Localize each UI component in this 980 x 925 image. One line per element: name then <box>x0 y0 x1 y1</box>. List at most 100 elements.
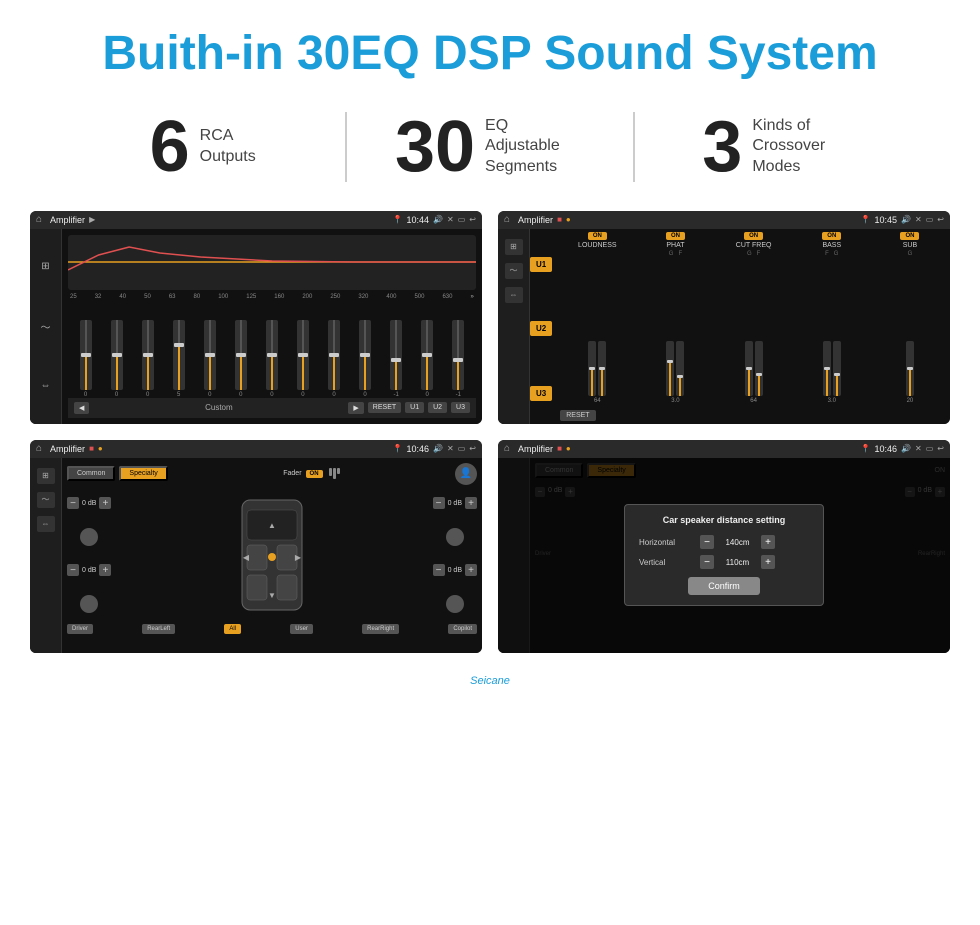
confirm-button[interactable]: Confirm <box>688 577 760 595</box>
amp-ch-bass: ON BASS F G <box>795 232 869 257</box>
spk-screen-title: Amplifier <box>50 444 85 454</box>
spk-speaker-icon-lt <box>80 528 98 546</box>
amp-cutfreq-s2[interactable] <box>755 341 763 396</box>
eq-reset-button[interactable]: RESET <box>368 402 401 413</box>
spk-driver-btn[interactable]: Driver <box>67 624 93 634</box>
dialog-title: Car speaker distance setting <box>639 515 809 525</box>
spk-rb-minus[interactable]: − <box>433 564 445 576</box>
spk-lt-plus[interactable]: + <box>99 497 111 509</box>
eq-prev-button[interactable]: ◀ <box>74 402 89 414</box>
amp-volume-icon: 🔊 <box>901 215 911 224</box>
amp-u3-button[interactable]: U3 <box>530 386 552 401</box>
screenshots-grid: ⌂ Amplifier ▶ 📍 10:44 🔊 ✕ ▭ ↩ ⊞ 〜 ⇔ <box>0 211 980 673</box>
eq-slider-9[interactable]: 0 <box>328 320 340 398</box>
dialog-vertical-plus[interactable]: + <box>761 555 775 569</box>
eq-controls: ◀ Custom ▶ RESET U1 U2 U3 <box>68 398 476 418</box>
eq-slider-13[interactable]: -1 <box>452 320 464 398</box>
eq-volume-icon: 🔊 <box>433 215 443 224</box>
eq-next-button[interactable]: ▶ <box>348 402 363 414</box>
spk-rearright-btn[interactable]: RearRight <box>362 624 399 634</box>
speaker-screen: ⌂ Amplifier ■ ● 📍 10:46 🔊 ✕ ▭ ↩ ⊞ 〜 ⇔ <box>30 440 482 653</box>
spk-icon-2[interactable]: 〜 <box>37 492 55 508</box>
eq-tune-icon[interactable]: ⊞ <box>36 257 56 277</box>
eq-wave-icon[interactable]: 〜 <box>36 316 56 336</box>
eq-play-icon: ▶ <box>89 215 95 224</box>
spk-rearleft-btn[interactable]: RearLeft <box>142 624 175 634</box>
amp-icon-1[interactable]: ⊞ <box>505 239 523 255</box>
amp-phat-s1[interactable] <box>666 341 674 396</box>
spk-fader-on[interactable]: ON <box>306 470 323 478</box>
eq-u1-button[interactable]: U1 <box>405 402 424 413</box>
dlg-home-icon[interactable]: ⌂ <box>504 443 510 454</box>
amp-icon-3[interactable]: ⇔ <box>505 287 523 303</box>
amp-reset-button[interactable]: RESET <box>560 410 595 421</box>
amp-u2-button[interactable]: U2 <box>530 321 552 336</box>
amp-sub-on[interactable]: ON <box>900 232 919 240</box>
amp-bass-on[interactable]: ON <box>822 232 841 240</box>
watermark: Seicane <box>0 673 980 695</box>
spk-icon-1[interactable]: ⊞ <box>37 468 55 484</box>
amp-loudness-s2[interactable] <box>598 341 606 396</box>
eq-slider-6[interactable]: 0 <box>235 320 247 398</box>
amp-loudness-on[interactable]: ON <box>588 232 607 240</box>
dlg-time: 10:46 <box>875 444 898 454</box>
spk-volume-icon: 🔊 <box>433 444 443 453</box>
dialog-vertical-minus[interactable]: − <box>700 555 714 569</box>
eq-expand-icon[interactable]: ⇔ <box>36 376 56 396</box>
eq-x-icon: ✕ <box>447 215 454 224</box>
spk-lt-minus[interactable]: − <box>67 497 79 509</box>
spk-main: Common Specialty Fader ON 👤 <box>62 458 482 653</box>
eq-home-icon[interactable]: ⌂ <box>36 214 42 225</box>
spk-speaker-icon-lb <box>80 595 98 613</box>
eq-slider-11[interactable]: -1 <box>390 320 402 398</box>
amp-u1-button[interactable]: U1 <box>530 257 552 272</box>
amp-phat-on[interactable]: ON <box>666 232 685 240</box>
eq-slider-4[interactable]: 5 <box>173 320 185 398</box>
spk-common-tab[interactable]: Common <box>67 466 115 481</box>
eq-slider-3[interactable]: 0 <box>142 320 154 398</box>
dialog-vertical-value: 110cm <box>720 558 755 567</box>
eq-slider-8[interactable]: 0 <box>297 320 309 398</box>
amp-bass-s1[interactable] <box>823 341 831 396</box>
amp-loudness-s1[interactable] <box>588 341 596 396</box>
spk-lb-plus[interactable]: + <box>99 564 111 576</box>
amp-back-icon: ↩ <box>937 215 944 224</box>
spk-copilot-btn[interactable]: Copilot <box>448 624 477 634</box>
dialog-horizontal-plus[interactable]: + <box>761 535 775 549</box>
spk-user-btn[interactable]: User <box>290 624 313 634</box>
eq-slider-12[interactable]: 0 <box>421 320 433 398</box>
spk-rb-plus[interactable]: + <box>465 564 477 576</box>
dlg-screen-title: Amplifier <box>518 444 553 454</box>
spk-status-bar: ⌂ Amplifier ■ ● 📍 10:46 🔊 ✕ ▭ ↩ <box>30 440 482 458</box>
spk-lb-minus[interactable]: − <box>67 564 79 576</box>
dialog-vertical-row: Vertical − 110cm + <box>639 555 809 569</box>
eq-u2-button[interactable]: U2 <box>428 402 447 413</box>
spk-specialty-tab[interactable]: Specialty <box>119 466 167 481</box>
spk-rt-plus[interactable]: + <box>465 497 477 509</box>
amp-ch-loudness: ON LOUDNESS <box>560 232 634 249</box>
eq-slider-10[interactable]: 0 <box>359 320 371 398</box>
eq-slider-2[interactable]: 0 <box>111 320 123 398</box>
amp-cutfreq-on[interactable]: ON <box>744 232 763 240</box>
amp-channel-headers: ON LOUDNESS ON PHAT G F ON CUT FREQ G F <box>560 232 947 257</box>
eq-slider-7[interactable]: 0 <box>266 320 278 398</box>
spk-profile-icon[interactable]: 👤 <box>455 463 477 485</box>
spk-all-btn[interactable]: All <box>224 624 241 634</box>
spk-speaker-icon-rb <box>446 595 464 613</box>
amp-home-icon[interactable]: ⌂ <box>504 214 510 225</box>
amp-cutfreq-s1[interactable] <box>745 341 753 396</box>
dialog-horizontal-minus[interactable]: − <box>700 535 714 549</box>
spk-icon-3[interactable]: ⇔ <box>37 516 55 532</box>
spk-rt-minus[interactable]: − <box>433 497 445 509</box>
page-title: Buith-in 30EQ DSP Sound System <box>0 0 980 101</box>
dialog-horizontal-row: Horizontal − 140cm + <box>639 535 809 549</box>
amp-bass-s2[interactable] <box>833 341 841 396</box>
amp-phat-s2[interactable] <box>676 341 684 396</box>
eq-time: 10:44 <box>407 215 430 225</box>
amp-icon-2[interactable]: 〜 <box>505 263 523 279</box>
amp-sub-s1[interactable] <box>906 341 914 396</box>
eq-slider-5[interactable]: 0 <box>204 320 216 398</box>
eq-u3-button[interactable]: U3 <box>451 402 470 413</box>
spk-home-icon[interactable]: ⌂ <box>36 443 42 454</box>
eq-slider-1[interactable]: 0 <box>80 320 92 398</box>
